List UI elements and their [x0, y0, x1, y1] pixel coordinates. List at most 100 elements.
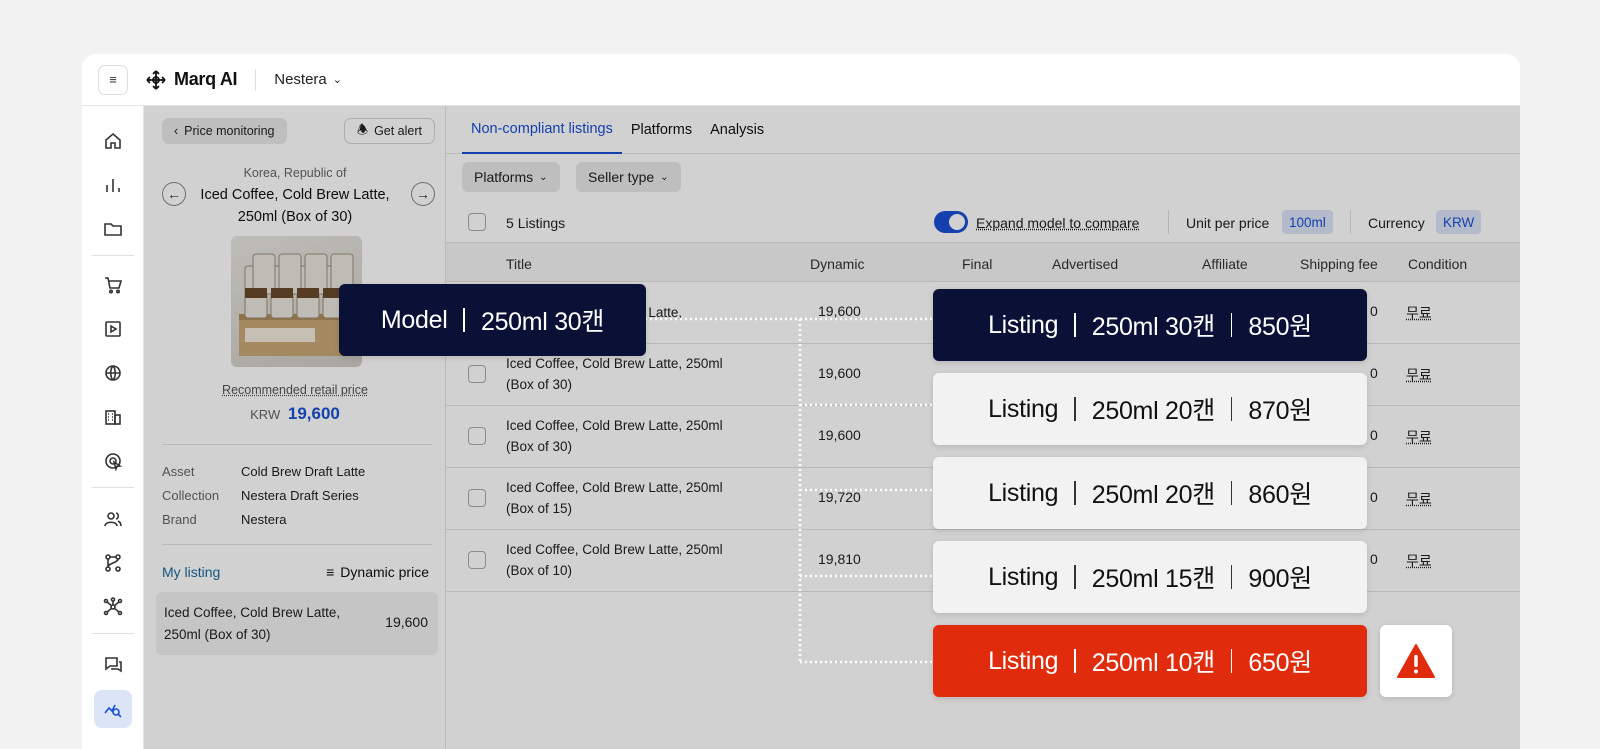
listing-callout-spec: 250ml 20캔	[1091, 397, 1215, 425]
expand-model-toggle[interactable]	[934, 211, 968, 233]
network-icon[interactable]	[98, 592, 128, 622]
rail-divider	[92, 633, 134, 634]
column-final: Final	[962, 256, 993, 272]
listing-callout-spec: 250ml 15캔	[1091, 565, 1215, 593]
listing-callout-label: Listing	[988, 478, 1059, 507]
users-icon[interactable]	[98, 504, 128, 534]
row-shipping: 0	[1370, 427, 1378, 443]
divider	[162, 444, 432, 445]
listing-callout-violation: Listing 250ml 10캔 650원	[933, 625, 1367, 697]
row-checkbox[interactable]	[468, 365, 486, 383]
prev-arrow-icon[interactable]: ←	[162, 182, 186, 206]
listing-callout: Listing 250ml 15캔 900원	[933, 541, 1367, 613]
icon-rail	[82, 106, 144, 749]
bar-chart-icon[interactable]	[98, 170, 128, 200]
unit-per-price-value[interactable]: 100ml	[1282, 210, 1333, 234]
rail-divider	[92, 487, 134, 488]
model-callout-label: Model	[380, 305, 448, 334]
listing-callout-price: 870원	[1248, 397, 1312, 425]
row-checkbox[interactable]	[468, 551, 486, 569]
get-alert-button[interactable]: 🕭 Get alert	[343, 118, 435, 144]
bell-icon: 🕭	[356, 122, 369, 137]
meta-key: Collection	[162, 488, 220, 503]
top-bar: ≡ Marq AI Nestera ⌄	[82, 54, 1520, 106]
country-label: Korea, Republic of	[243, 166, 347, 180]
expand-model-label: Expand model to compare	[976, 215, 1140, 231]
listing-callout: Listing 250ml 30캔 850원	[933, 289, 1367, 361]
globe-icon[interactable]	[98, 358, 128, 388]
workspace-selector[interactable]: Nestera ⌄	[274, 71, 342, 88]
dynamic-price-label: Dynamic price	[340, 564, 429, 580]
tab-analysis[interactable]: Analysis	[701, 106, 773, 154]
platforms-filter-label: Platforms	[474, 169, 534, 185]
listing-callout-label: Listing	[988, 646, 1059, 675]
row-title: Iced Coffee, Cold Brew Latte, 250ml (Box…	[506, 480, 723, 516]
row-shipping: 0	[1370, 551, 1378, 567]
listings-count-value: 5	[506, 215, 514, 231]
divider	[1350, 210, 1351, 234]
row-dynamic: 19,600	[818, 303, 861, 319]
rrp-value: KRW 19,600	[144, 404, 446, 424]
warning-badge	[1380, 625, 1452, 697]
currency-value[interactable]: KRW	[1436, 210, 1482, 234]
separator	[1074, 481, 1076, 505]
target-cursor-icon[interactable]	[98, 446, 128, 476]
rrp-amount: 19,600	[287, 404, 340, 423]
row-condition: 무료	[1406, 491, 1432, 507]
separator	[463, 308, 465, 332]
row-checkbox[interactable]	[468, 489, 486, 507]
home-icon[interactable]	[98, 126, 128, 156]
row-dynamic: 19,810	[818, 551, 861, 567]
rrp-currency: KRW	[250, 407, 281, 422]
warning-icon	[1397, 644, 1435, 678]
listing-callout-spec: 250ml 30캔	[1091, 313, 1215, 341]
row-shipping: 0	[1370, 303, 1378, 319]
listing-callout-price: 650원	[1248, 649, 1312, 677]
listing-callout-spec: 250ml 10캔	[1091, 649, 1215, 677]
building-icon[interactable]	[98, 402, 128, 432]
platforms-filter[interactable]: Platforms ⌄	[462, 162, 560, 192]
meta-value: Nestera	[241, 512, 287, 527]
price-analysis-icon[interactable]	[94, 690, 132, 728]
row-dynamic: 19,720	[818, 489, 861, 505]
row-checkbox[interactable]	[468, 427, 486, 445]
next-arrow-icon[interactable]: →	[411, 182, 435, 206]
select-all-checkbox[interactable]	[468, 213, 486, 231]
seller-type-filter[interactable]: Seller type ⌄	[576, 162, 681, 192]
column-shipping-fee: Shipping fee	[1300, 256, 1378, 272]
back-button[interactable]: ‹ Price monitoring	[162, 118, 287, 144]
listing-callout: Listing 250ml 20캔 860원	[933, 457, 1367, 529]
workflow-icon[interactable]	[98, 548, 128, 578]
meta-value: Cold Brew Draft Latte	[241, 464, 366, 479]
row-title: Iced Coffee, Cold Brew Latte, 250ml (Box…	[506, 356, 723, 392]
separator	[1074, 565, 1076, 589]
meta-row-collection: Collection Nestera Draft Series	[162, 488, 359, 503]
tab-bar: Non-compliant listings Platforms Analysi…	[446, 106, 1520, 154]
chat-icon[interactable]	[98, 650, 128, 680]
sidebar-toggle-icon[interactable]: ≡	[98, 64, 128, 95]
my-listing-card[interactable]: Iced Coffee, Cold Brew Latte, 250ml (Box…	[156, 592, 438, 655]
row-condition: 무료	[1406, 367, 1432, 383]
product-panel: ‹ Price monitoring 🕭 Get alert Korea, Re…	[144, 106, 446, 749]
column-condition: Condition	[1408, 256, 1468, 272]
currency-label: Currency	[1368, 215, 1425, 231]
listings-count: 5 Listings	[506, 215, 565, 231]
folder-icon[interactable]	[98, 214, 128, 244]
column-dynamic: Dynamic	[810, 256, 865, 272]
divider	[162, 544, 432, 545]
my-listing-label: My listing	[162, 564, 221, 580]
dynamic-price-sort[interactable]: ≡ Dynamic price	[326, 564, 429, 580]
video-icon[interactable]	[98, 314, 128, 344]
listing-callout-price: 850원	[1248, 313, 1312, 341]
app-name: Marq AI	[174, 69, 238, 89]
seller-type-filter-label: Seller type	[588, 169, 655, 185]
tab-non-compliant-listings[interactable]: Non-compliant listings	[462, 106, 622, 154]
listing-callout-spec: 250ml 20캔	[1091, 481, 1215, 509]
rrp-label: Recommended retail price	[222, 383, 368, 397]
separator	[1230, 481, 1233, 505]
rail-divider	[92, 255, 134, 256]
tab-platforms[interactable]: Platforms	[622, 106, 701, 154]
cart-icon[interactable]	[98, 270, 128, 300]
column-affiliate: Affiliate	[1202, 256, 1248, 272]
listing-callout: Listing 250ml 20캔 870원	[933, 373, 1367, 445]
